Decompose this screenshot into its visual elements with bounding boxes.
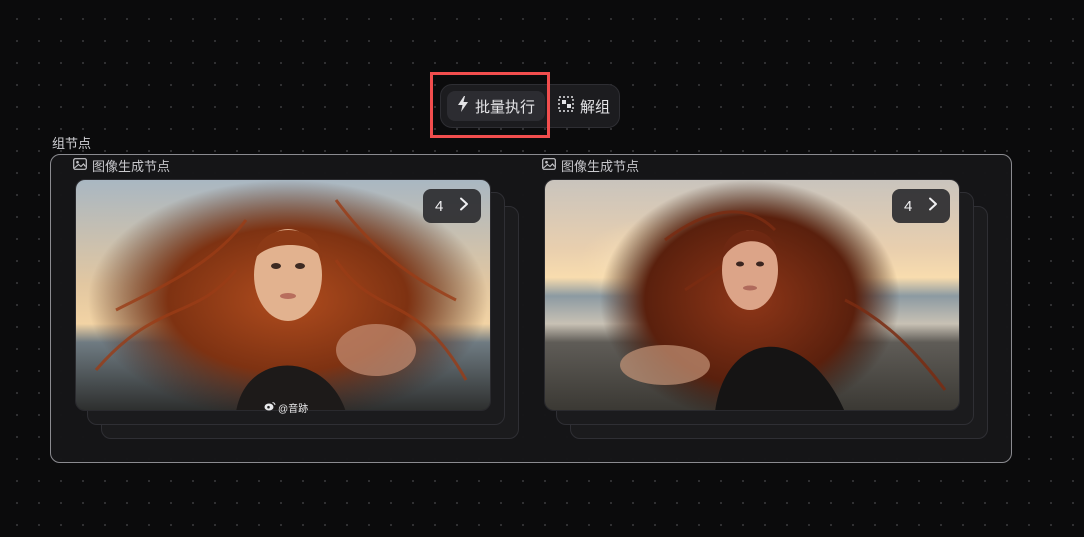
watermark-text: @音跡 <box>278 404 309 415</box>
image-counter-1[interactable]: 4 <box>423 189 481 223</box>
lightning-icon <box>457 96 469 116</box>
node-title-label: 图像生成节点 <box>561 159 640 174</box>
image-count: 4 <box>904 197 913 215</box>
ungroup-icon <box>558 96 574 116</box>
batch-execute-button[interactable]: 批量执行 <box>447 91 545 121</box>
image-counter-2[interactable]: 4 <box>892 189 950 223</box>
batch-execute-label: 批量执行 <box>474 98 535 116</box>
chevron-right-icon[interactable] <box>928 197 938 215</box>
image-watermark: @音跡 <box>264 400 308 415</box>
ungroup-button[interactable]: 解组 <box>553 91 615 121</box>
image-icon <box>542 158 556 173</box>
weibo-icon <box>264 401 276 414</box>
image-count: 4 <box>435 197 444 215</box>
chevron-right-icon[interactable] <box>459 197 469 215</box>
image-icon <box>73 158 87 173</box>
ungroup-label: 解组 <box>579 98 610 116</box>
group-toolbar: 批量执行 解组 <box>440 84 620 128</box>
node-title-2: 图像生成节点 <box>542 156 639 175</box>
node-title-label: 图像生成节点 <box>92 159 171 174</box>
group-node-label: 组节点 <box>52 136 92 151</box>
node-title-1: 图像生成节点 <box>73 156 170 175</box>
